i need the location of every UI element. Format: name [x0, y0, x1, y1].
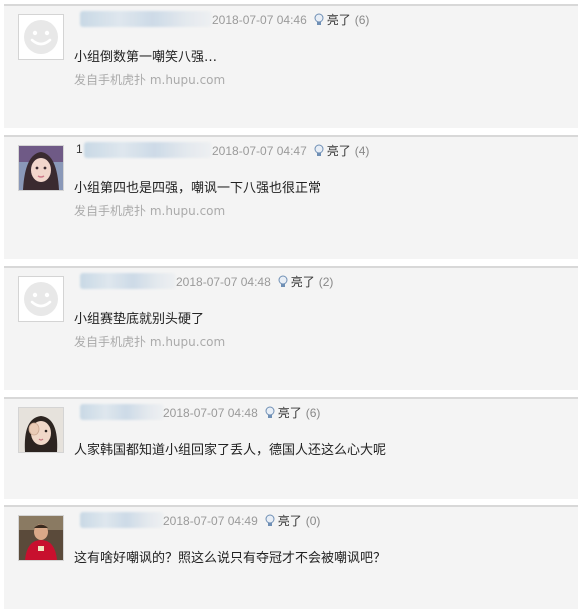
like-button[interactable]: 亮了	[278, 512, 302, 529]
comment-time: 2018-07-07 04:49	[163, 513, 258, 528]
comment-content: 小组第四也是四强，嘲讽一下八强也很正常	[74, 181, 322, 196]
comment-meta: 2018-07-07 04:49 亮了 (0)	[163, 512, 320, 529]
username-blurred[interactable]	[80, 404, 164, 420]
comment-content: 人家韩国都知道小组回家了丢人，德国人还这么心大呢	[74, 443, 387, 458]
like-count: (6)	[354, 12, 370, 27]
username-blurred[interactable]	[80, 273, 176, 289]
like-count: (6)	[305, 405, 321, 420]
comment-content: 这有啥好嘲讽的？照这么说只有夺冠才不会被嘲讽吧？	[74, 551, 387, 566]
comment-item: 2018-07-07 04:49 亮了 (0) 这有啥好嘲讽的？照这么说只有夺冠…	[4, 505, 578, 609]
like-button[interactable]: 亮了	[327, 11, 351, 28]
comment-source-link[interactable]: 发自手机虎扑 m.hupu.com	[74, 333, 225, 350]
comment-time: 2018-07-07 04:47	[212, 143, 307, 158]
comment-meta: 2018-07-07 04:48 亮了 (6)	[163, 404, 320, 421]
comment-time: 2018-07-07 04:48	[163, 405, 258, 420]
girl-hand-photo-avatar[interactable]	[18, 407, 64, 453]
comment-item: 2018-07-07 04:46 亮了 (6) 小组倒数第一嘲笑八强… 发自手机…	[4, 4, 578, 128]
lightbulb-icon[interactable]	[264, 406, 276, 420]
like-button[interactable]: 亮了	[327, 142, 351, 159]
username-blurred[interactable]	[80, 512, 164, 528]
like-count: (2)	[318, 274, 334, 289]
comment-time: 2018-07-07 04:46	[212, 12, 307, 27]
comment-time: 2018-07-07 04:48	[176, 274, 271, 289]
default-avatar-icon[interactable]	[18, 14, 64, 60]
football-player-photo-avatar[interactable]	[18, 515, 64, 561]
lightbulb-icon[interactable]	[313, 13, 325, 27]
comment-meta: 2018-07-07 04:47 亮了 (4)	[212, 142, 369, 159]
comment-item: 2018-07-07 04:48 亮了 (6) 人家韩国都知道小组回家了丢人，德…	[4, 397, 578, 499]
username-blurred[interactable]	[80, 11, 212, 27]
comment-source-link[interactable]: 发自手机虎扑 m.hupu.com	[74, 202, 225, 219]
comment-source-link[interactable]: 发自手机虎扑 m.hupu.com	[74, 71, 225, 88]
lightbulb-icon[interactable]	[277, 275, 289, 289]
comment-content: 小组倒数第一嘲笑八强…	[74, 50, 218, 65]
girl-photo-avatar[interactable]	[18, 145, 64, 191]
like-button[interactable]: 亮了	[291, 273, 315, 290]
comment-content: 小组赛垫底就别头硬了	[74, 312, 205, 327]
username-visible[interactable]: 1	[76, 142, 83, 156]
lightbulb-icon[interactable]	[264, 514, 276, 528]
comment-meta: 2018-07-07 04:46 亮了 (6)	[212, 11, 369, 28]
like-count: (4)	[354, 143, 370, 158]
default-avatar-icon[interactable]	[18, 276, 64, 322]
lightbulb-icon[interactable]	[313, 144, 325, 158]
like-button[interactable]: 亮了	[278, 404, 302, 421]
username-blurred[interactable]	[84, 142, 212, 158]
comment-meta: 2018-07-07 04:48 亮了 (2)	[176, 273, 333, 290]
comment-item: 2018-07-07 04:48 亮了 (2) 小组赛垫底就别头硬了 发自手机虎…	[4, 266, 578, 390]
comment-item: 1 2018-07-07 04:47 亮了 (4) 小组第四也是四强，嘲讽一下八…	[4, 135, 578, 259]
like-count: (0)	[305, 513, 321, 528]
